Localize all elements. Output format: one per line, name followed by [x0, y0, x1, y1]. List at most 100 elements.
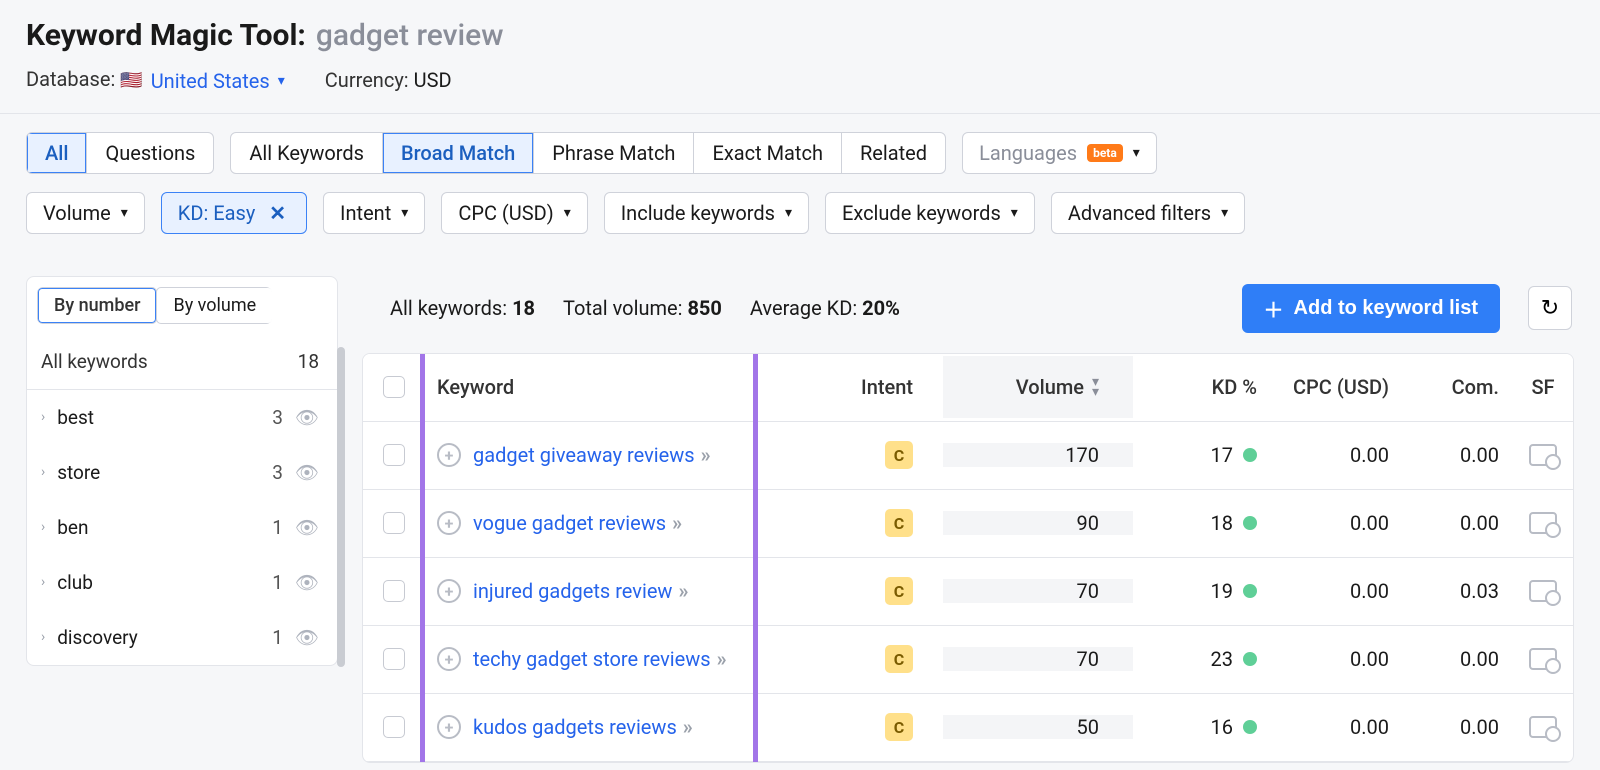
keyword-link[interactable]: injured gadgets review: [473, 579, 672, 603]
sort-by-number[interactable]: By number: [37, 287, 157, 324]
match-phrase[interactable]: Phrase Match: [534, 133, 694, 173]
database-selector[interactable]: 🇺🇸 United States ▾: [120, 69, 285, 93]
group-count: 1: [272, 626, 283, 649]
col-kd[interactable]: KD %: [1133, 356, 1263, 418]
results-summary: All keywords: 18 Total volume: 850 Avera…: [362, 276, 1574, 353]
match-broad[interactable]: Broad Match: [383, 133, 534, 173]
group-name: best: [57, 406, 94, 429]
chevron-right-icon: ›: [41, 409, 45, 425]
match-exact[interactable]: Exact Match: [694, 133, 842, 173]
row-checkbox[interactable]: [383, 716, 405, 738]
sidebar-all-keywords[interactable]: All keywords 18: [27, 334, 337, 390]
col-sf[interactable]: SF: [1513, 356, 1573, 418]
col-cpc[interactable]: CPC (USD): [1263, 356, 1403, 418]
scope-all[interactable]: All: [27, 133, 87, 173]
eye-icon[interactable]: 👁: [295, 461, 319, 484]
kd-difficulty-dot: [1243, 584, 1257, 598]
kd-difficulty-dot: [1243, 448, 1257, 462]
group-name: club: [57, 571, 93, 594]
sidebar-group-item[interactable]: ›ben1👁: [27, 500, 337, 555]
row-checkbox[interactable]: [383, 648, 405, 670]
volume-value: 70: [943, 647, 1133, 671]
intent-badge: C: [885, 509, 913, 537]
add-to-keyword-list-button[interactable]: ＋ Add to keyword list: [1242, 284, 1500, 333]
com-value: 0.00: [1403, 647, 1513, 671]
eye-icon[interactable]: 👁: [295, 571, 319, 594]
col-intent[interactable]: Intent: [813, 356, 943, 418]
com-value: 0.00: [1403, 715, 1513, 739]
row-checkbox[interactable]: [383, 512, 405, 534]
table-row: +vogue gadget reviews»C90180.000.00: [363, 490, 1573, 558]
close-icon[interactable]: ✕: [265, 201, 290, 225]
cpc-filter[interactable]: CPC (USD) ▾: [441, 192, 587, 234]
volume-value: 50: [943, 715, 1133, 739]
cpc-value: 0.00: [1263, 511, 1403, 535]
keyword-link[interactable]: kudos gadgets reviews: [473, 715, 677, 739]
expand-keyword-icon[interactable]: +: [437, 511, 461, 535]
row-checkbox[interactable]: [383, 580, 405, 602]
group-count: 3: [272, 406, 283, 429]
row-checkbox[interactable]: [383, 444, 405, 466]
keyword-link[interactable]: techy gadget store reviews: [473, 647, 711, 671]
expand-keyword-icon[interactable]: +: [437, 443, 461, 467]
com-value: 0.03: [1403, 579, 1513, 603]
sort-by-volume[interactable]: By volume: [156, 287, 272, 324]
kd-filter[interactable]: KD: Easy ✕: [161, 192, 307, 234]
col-keyword[interactable]: Keyword: [425, 356, 813, 418]
match-all[interactable]: All Keywords: [231, 133, 383, 173]
serp-features-icon[interactable]: [1529, 444, 1557, 466]
table-row: +gadget giveaway reviews»C170170.000.00: [363, 422, 1573, 490]
expand-keyword-icon[interactable]: +: [437, 647, 461, 671]
eye-icon[interactable]: 👁: [295, 516, 319, 539]
intent-filter[interactable]: Intent ▾: [323, 192, 425, 234]
summary-all: All keywords: 18: [390, 296, 535, 320]
com-value: 0.00: [1403, 443, 1513, 467]
keyword-link[interactable]: gadget giveaway reviews: [473, 443, 695, 467]
kd-value: 18: [1211, 511, 1233, 535]
search-query: gadget review: [316, 18, 504, 53]
sort-desc-icon: ▾▾: [1092, 377, 1099, 397]
serp-features-icon[interactable]: [1529, 648, 1557, 670]
volume-value: 170: [943, 443, 1133, 467]
advanced-filters[interactable]: Advanced filters ▾: [1051, 192, 1245, 234]
sidebar-group-item[interactable]: › best 3 👁: [27, 390, 337, 445]
match-segment: All Keywords Broad Match Phrase Match Ex…: [230, 132, 946, 174]
include-keywords-filter[interactable]: Include keywords ▾: [604, 192, 809, 234]
group-count: 1: [272, 571, 283, 594]
volume-value: 90: [943, 511, 1133, 535]
sidebar-group-item[interactable]: › club 1 👁: [27, 555, 337, 610]
chevron-right-icon: ›: [41, 519, 45, 535]
volume-value: 70: [943, 579, 1133, 603]
serp-features-icon[interactable]: [1529, 512, 1557, 534]
eye-icon[interactable]: 👁: [295, 406, 319, 429]
kd-difficulty-dot: [1243, 652, 1257, 666]
match-related[interactable]: Related: [842, 133, 945, 173]
keyword-link[interactable]: vogue gadget reviews: [473, 511, 666, 535]
serp-features-icon[interactable]: [1529, 580, 1557, 602]
scope-segment: All Questions: [26, 132, 214, 174]
sidebar-group-item[interactable]: ›discovery1👁: [27, 610, 337, 665]
exclude-keywords-filter[interactable]: Exclude keywords ▾: [825, 192, 1035, 234]
languages-filter[interactable]: Languages beta ▾: [962, 132, 1157, 174]
kd-value: 16: [1211, 715, 1233, 739]
serp-features-icon[interactable]: [1529, 716, 1557, 738]
kd-value: 19: [1211, 579, 1233, 603]
scrollbar-thumb[interactable]: [337, 347, 345, 667]
eye-icon[interactable]: 👁: [295, 626, 319, 649]
keyword-table: Keyword Intent Volume ▾▾ KD % CPC (USD) …: [362, 353, 1574, 763]
expand-keyword-icon[interactable]: +: [437, 715, 461, 739]
kd-value: 17: [1211, 443, 1233, 467]
sidebar-group-item[interactable]: ›store3👁: [27, 445, 337, 500]
currency-block: Currency: USD: [325, 68, 452, 92]
cpc-value: 0.00: [1263, 647, 1403, 671]
expand-keyword-icon[interactable]: +: [437, 579, 461, 603]
col-com[interactable]: Com.: [1403, 356, 1513, 418]
col-volume[interactable]: Volume ▾▾: [943, 356, 1133, 418]
select-all-checkbox[interactable]: [383, 376, 405, 398]
group-name: store: [57, 461, 100, 484]
refresh-button[interactable]: ↻: [1528, 286, 1572, 330]
volume-filter[interactable]: Volume ▾: [26, 192, 145, 234]
intent-badge: C: [885, 645, 913, 673]
chevron-right-icon: ›: [41, 574, 45, 590]
scope-questions[interactable]: Questions: [87, 133, 213, 173]
